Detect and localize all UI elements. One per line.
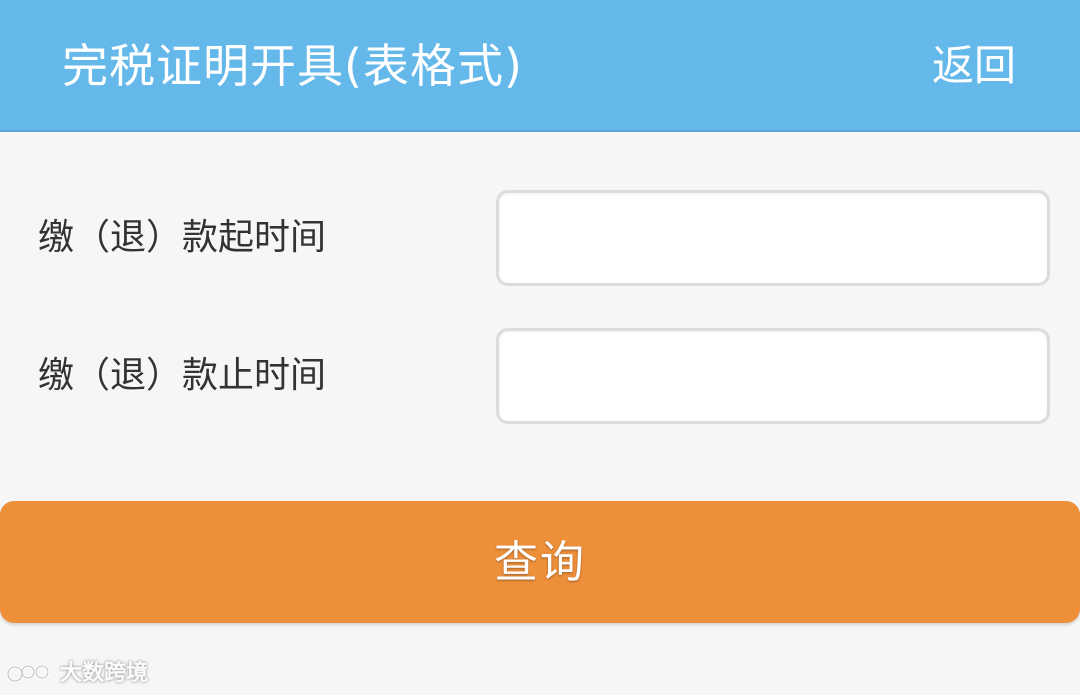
app-header: 完税证明开具(表格式) 返回 [0,0,1080,132]
start-time-label: 缴（退）款起时间 [38,217,327,258]
start-time-input[interactable] [496,190,1050,286]
watermark-logo-icon [6,664,50,683]
watermark: 大数跨境 [6,656,148,692]
end-time-input[interactable] [496,328,1050,424]
end-time-label: 缴（退）款止时间 [38,355,327,396]
page-title: 完税证明开具(表格式) [62,39,523,93]
start-time-row: 缴（退）款起时间 [0,190,1080,286]
query-button[interactable]: 查询 [0,501,1080,623]
back-button[interactable]: 返回 [932,38,1016,94]
end-time-row: 缴（退）款止时间 [0,328,1080,424]
watermark-text: 大数跨境 [60,661,149,686]
